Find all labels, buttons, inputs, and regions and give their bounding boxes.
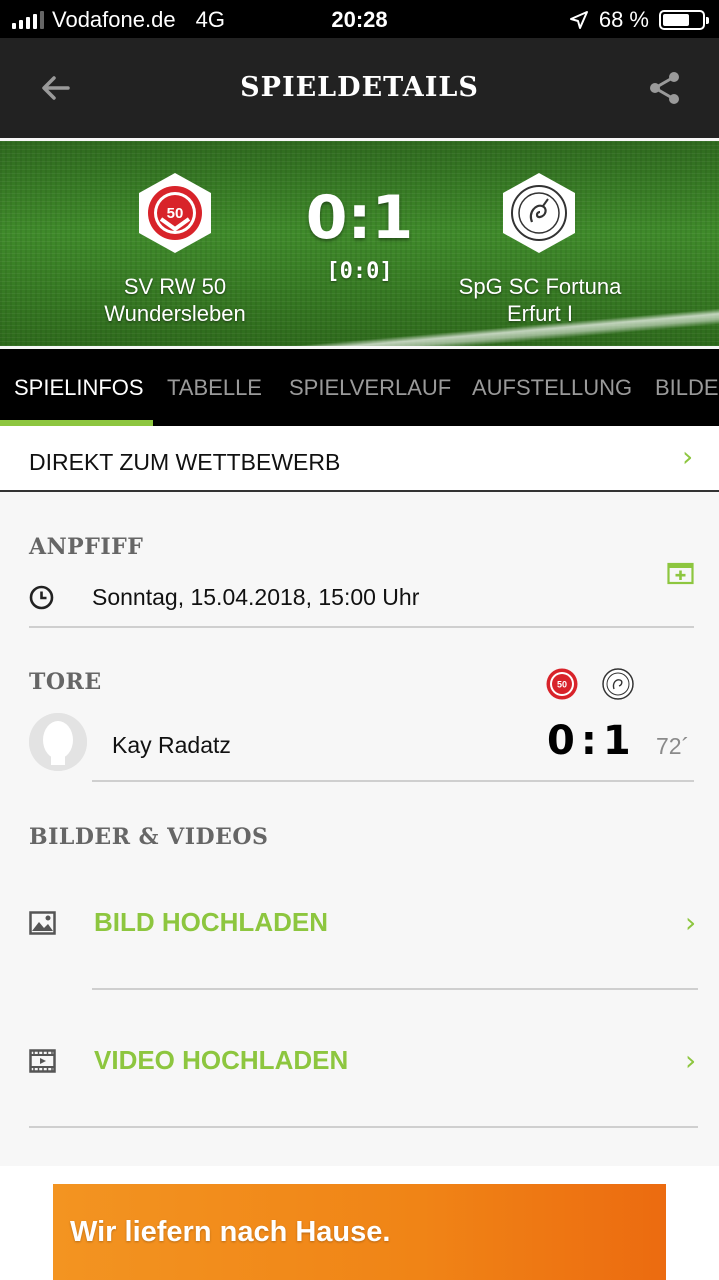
tab-bar: SPIELINFOS TABELLE SPIELVERLAUF AUFSTELL…	[0, 349, 719, 426]
goal-minute: 72´	[656, 733, 690, 759]
competition-link[interactable]: DIREKT ZUM WETTBEWERB ›	[0, 426, 719, 492]
away-team-name-line2: Erfurt I	[506, 301, 573, 326]
chevron-right-icon: ›	[685, 906, 697, 939]
top-navbar: SPIELDETAILS	[0, 38, 719, 138]
add-to-calendar-icon[interactable]	[667, 560, 694, 585]
video-icon	[29, 1049, 56, 1073]
upload-image-row[interactable]: BILD HOCHLADEN ›	[0, 880, 719, 970]
upload-image-label: BILD HOCHLADEN	[94, 907, 328, 937]
clock-icon	[29, 585, 54, 610]
home-mini-logo-text: 50	[557, 680, 567, 690]
upload-video-row[interactable]: VIDEO HOCHLADEN ›	[0, 1018, 719, 1108]
away-team-mini-logo	[602, 668, 634, 700]
goal-scorer-name: Kay Radatz	[112, 732, 231, 758]
player-avatar	[29, 713, 87, 771]
match-header: 50 SV RW 50 Wundersleben 0:1 [0:0] SpG S…	[0, 141, 719, 346]
goals-heading: TORE	[29, 669, 102, 695]
battery-fill	[663, 14, 689, 26]
tab-aufstellung[interactable]: AUFSTELLUNG	[472, 375, 632, 401]
home-team-name-line2: Wundersleben	[104, 301, 246, 326]
chevron-right-icon: ›	[685, 1044, 697, 1077]
away-team-name[interactable]: SpG SC Fortuna Erfurt I	[420, 273, 660, 327]
divider	[92, 780, 694, 782]
chevron-right-icon: ›	[682, 440, 694, 473]
final-score: 0:1	[305, 183, 414, 253]
share-icon[interactable]	[647, 70, 683, 106]
status-bar: Vodafone.de 4G 20:28 68 %	[0, 0, 719, 38]
media-heading: BILDER & VIDEOS	[29, 824, 269, 850]
ad-text: Wir liefern nach Hause.	[70, 1216, 391, 1248]
battery-percent: 68 %	[598, 7, 649, 32]
tab-bilder[interactable]: BILDER	[655, 375, 719, 401]
location-icon	[569, 11, 588, 29]
away-team-name-line1: SpG SC Fortuna	[458, 274, 622, 299]
image-icon	[29, 911, 56, 935]
divider	[29, 626, 694, 628]
advertisement-banner[interactable]: Wir liefern nach Hause.	[53, 1184, 666, 1280]
home-team-mini-logo: 50	[546, 668, 578, 700]
divider	[92, 988, 698, 990]
tab-spielinfos[interactable]: SPIELINFOS	[14, 375, 144, 401]
competition-link-label: DIREKT ZUM WETTBEWERB	[29, 449, 341, 475]
divider	[29, 1126, 698, 1128]
person-placeholder-icon	[29, 713, 87, 771]
goal-score: 0:1	[547, 718, 637, 764]
tab-spielverlauf[interactable]: SPIELVERLAUF	[289, 375, 451, 401]
kickoff-datetime: Sonntag, 15.04.2018, 15:00 Uhr	[92, 584, 420, 610]
battery-icon	[659, 10, 709, 30]
kickoff-heading: ANPFIFF	[29, 534, 144, 560]
tab-tabelle[interactable]: TABELLE	[167, 375, 262, 401]
upload-video-label: VIDEO HOCHLADEN	[94, 1045, 349, 1075]
page-title: SPIELDETAILS	[240, 72, 479, 103]
